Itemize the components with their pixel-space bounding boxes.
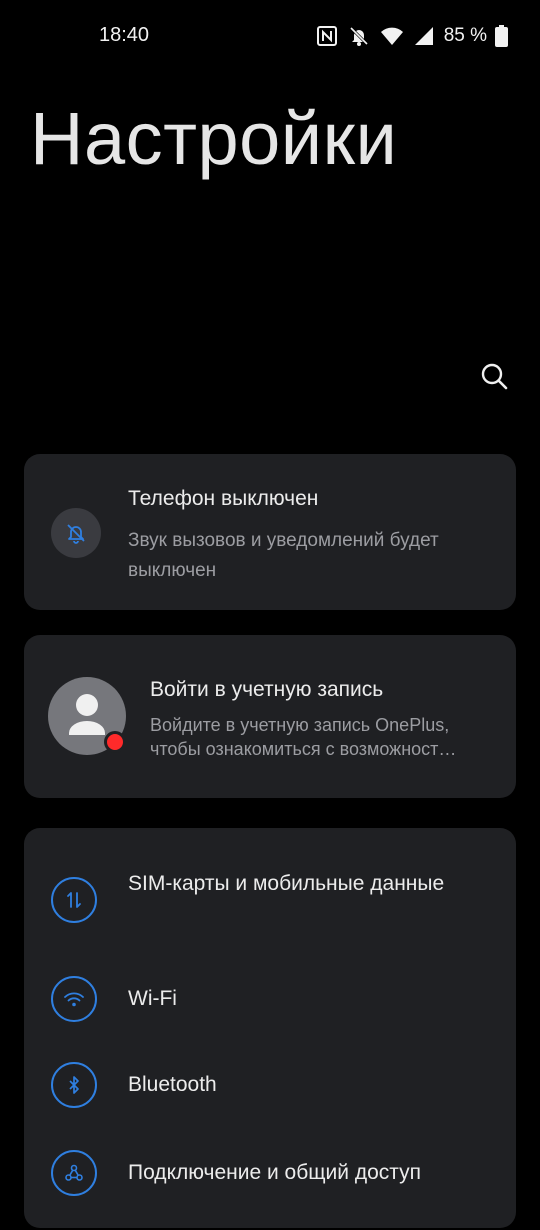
dnd-icon-circle: [51, 508, 101, 558]
notification-dot: [104, 731, 126, 753]
wifi-icon: [380, 26, 404, 46]
avatar: [48, 677, 126, 755]
settings-item-sim[interactable]: SIM-карты и мобильные данные: [24, 864, 516, 974]
signal-icon: [414, 26, 434, 46]
page-title: Настройки: [30, 97, 398, 180]
settings-item-label: Wi-Fi: [128, 987, 177, 1010]
account-card[interactable]: Войти в учетную запись Войдите в учетную…: [24, 635, 516, 798]
bell-off-icon: [348, 25, 370, 47]
account-subtitle-line2: чтобы ознакомиться с возможност…: [150, 739, 457, 759]
settings-item-wifi[interactable]: Wi-Fi: [24, 976, 516, 1056]
nfc-icon: [316, 25, 338, 47]
settings-item-label: Подключение и общий доступ: [128, 1161, 421, 1184]
bell-off-icon: [67, 524, 85, 544]
status-bar: 18:40 85 %: [0, 0, 540, 72]
search-icon: [481, 363, 508, 390]
bluetooth-icon: [51, 1062, 97, 1108]
dnd-title: Телефон выключен: [128, 487, 319, 510]
settings-list-card: SIM-карты и мобильные данные Wi-Fi Bluet…: [24, 828, 516, 1228]
settings-item-label: Bluetooth: [128, 1073, 217, 1096]
battery-percent: 85 %: [443, 25, 487, 46]
wifi-icon: [51, 976, 97, 1022]
settings-item-connection[interactable]: Подключение и общий доступ: [24, 1150, 516, 1230]
settings-item-label: SIM-карты и мобильные данные: [128, 872, 445, 895]
dnd-subtitle: Звук вызовов и уведомлений будет выключе…: [128, 530, 439, 581]
account-subtitle-line1: Войдите в учетную запись OnePlus,: [150, 715, 450, 735]
dnd-card[interactable]: Телефон выключен Звук вызовов и уведомле…: [24, 454, 516, 610]
data-arrows-icon: [51, 877, 97, 923]
share-icon: [51, 1150, 97, 1196]
account-title: Войти в учетную запись: [150, 678, 384, 701]
search-button[interactable]: [474, 356, 514, 396]
settings-item-bluetooth[interactable]: Bluetooth: [24, 1062, 516, 1142]
status-time: 18:40: [99, 24, 150, 46]
battery-icon: [495, 25, 508, 47]
account-subtitle: Войдите в учетную запись OnePlus, чтобы …: [150, 713, 500, 761]
status-icons: 85 %: [316, 22, 508, 50]
